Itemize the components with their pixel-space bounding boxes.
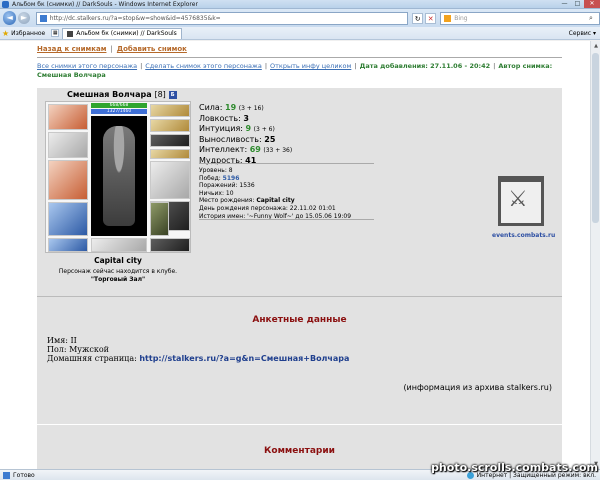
archive-note: (информация из архива stalkers.ru) xyxy=(403,383,552,392)
homepage-link[interactable]: http://stalkers.ru/?a=g&n=Смешная+Волчар… xyxy=(139,354,349,363)
character-panel: Смешная Волчара [8] Б 668/668 1327/1460 xyxy=(37,88,562,469)
stat-intellect: Интеллект: 69 (33 + 36) xyxy=(199,145,293,154)
refresh-icon[interactable]: ↻ xyxy=(412,12,424,24)
make-shot-link[interactable]: Сделать снимок этого персонажа xyxy=(145,62,262,70)
stats-block: Сила: 19 (3 + 16) Ловкость: 3 Интуиция: … xyxy=(199,103,292,166)
nav-separator: | xyxy=(110,45,113,53)
shot-info-line: Все снимки этого персонажа | Сделать снимо… xyxy=(37,62,553,79)
search-box[interactable]: Bing ⌕ xyxy=(440,11,600,25)
profile-data: Имя: II Пол: Мужской Домашняя страница: … xyxy=(47,336,349,363)
service-menu[interactable]: Сервис ▾ xyxy=(569,30,596,37)
mana-bar: 1327/1460 xyxy=(91,109,147,114)
amulet-slot[interactable] xyxy=(150,119,190,132)
page-content: Назад к снимкам | Добавить снимок Все сн… xyxy=(37,43,562,469)
all-shots-link[interactable]: Все снимки этого персонажа xyxy=(37,62,137,70)
detail-losses: Поражений: 1536 xyxy=(199,182,255,190)
character-doll: 668/668 1327/1460 xyxy=(45,101,191,253)
detail-birthday: День рождения персонажа: 22.11.02 01:01 xyxy=(199,204,336,212)
bracers-slot[interactable] xyxy=(48,132,88,158)
clan-badge-icon[interactable]: Б xyxy=(168,90,177,99)
divider xyxy=(37,424,562,425)
maximize-button[interactable]: □ xyxy=(571,0,584,8)
window-title: Альбом бк (снимки) // DarkSouls - Window… xyxy=(12,0,198,8)
back-to-shots-link[interactable]: Назад к снимкам xyxy=(37,45,106,53)
divider xyxy=(199,219,374,220)
forward-button[interactable]: ► xyxy=(18,12,30,24)
profile-name: Имя: II xyxy=(47,336,77,345)
weapon-slot[interactable] xyxy=(48,160,88,200)
tab-label: Альбом бк (снимки) // DarkSouls xyxy=(76,30,177,37)
ring-slot-1[interactable] xyxy=(150,134,190,147)
stat-intuition: Интуиция: 9 (3 + 6) xyxy=(199,124,275,133)
address-bar[interactable]: http://dc.stalkers.ru/?a=stop&w=show&id=… xyxy=(35,11,409,25)
character-figure xyxy=(91,116,147,236)
club-line: Персонаж сейчас находится в клубе. xyxy=(58,268,178,275)
profile-gender: Пол: Мужской xyxy=(47,345,109,354)
profile-heading: Анкетные данные xyxy=(252,315,347,325)
logo-slot xyxy=(91,238,147,252)
scroll-up-icon[interactable]: ▲ xyxy=(591,41,600,51)
earring-slot[interactable] xyxy=(150,104,190,117)
stat-strength: Сила: 19 (3 + 16) xyxy=(199,103,264,112)
vertical-scrollbar[interactable]: ▲ ▼ xyxy=(590,41,600,469)
detail-level: Уровень: 8 xyxy=(199,167,233,174)
open-info-link[interactable]: Открыть инфу целиком xyxy=(270,62,351,70)
date-added: Дата добавления: 27.11.06 - 20:42 xyxy=(359,62,491,70)
tab-favicon xyxy=(67,30,74,37)
character-city: Capital city xyxy=(94,256,142,265)
stop-icon[interactable]: ✕ xyxy=(425,12,437,24)
watermark: photo.scrolls.combats.com xyxy=(431,461,598,474)
helmet-slot[interactable] xyxy=(48,104,88,130)
divider xyxy=(199,163,374,164)
gloves-slot[interactable] xyxy=(150,161,190,199)
hp-bar: 668/668 xyxy=(91,103,147,108)
character-name: Смешная Волчара xyxy=(67,90,152,99)
character-location: Персонаж сейчас находится в клубе. "Торг… xyxy=(37,268,199,284)
status-icon xyxy=(3,471,10,479)
club-room: "Торговый Зал" xyxy=(90,276,146,283)
detail-wins: Побед: 5196 xyxy=(199,174,240,182)
favorites-button[interactable]: Избранное xyxy=(11,30,45,37)
close-button[interactable]: ✕ xyxy=(584,0,600,8)
detail-draws: Ничьих: 10 xyxy=(199,189,234,197)
character-level: [8] xyxy=(154,90,166,99)
top-nav: Назад к снимкам | Добавить снимок xyxy=(37,43,562,55)
address-url[interactable]: http://dc.stalkers.ru/?a=stop&w=show&id=… xyxy=(50,15,408,22)
events-emblem[interactable]: ⚔ events.combats.ru xyxy=(492,176,555,248)
comments-heading: Комментарии xyxy=(264,446,335,456)
bing-icon xyxy=(444,14,452,22)
tab-grid-icon[interactable]: ▦ xyxy=(51,29,60,37)
crossed-swords-icon: ⚔ xyxy=(508,187,528,212)
back-button[interactable]: ◄ xyxy=(3,11,17,25)
character-details: Уровень: 8 Побед: 5196 Поражений: 1536 Н… xyxy=(199,167,351,220)
search-engine-label[interactable]: Bing xyxy=(454,15,589,22)
page-viewport: Назад к снимкам | Добавить снимок Все сн… xyxy=(0,41,600,469)
search-icon[interactable]: ⌕ xyxy=(589,14,599,23)
add-shot-link[interactable]: Добавить снимок xyxy=(117,45,187,53)
pants-slot[interactable] xyxy=(150,202,169,236)
address-toolbar: ◄ ► http://dc.stalkers.ru/?a=stop&w=show… xyxy=(0,9,600,27)
belt-slot[interactable] xyxy=(48,238,88,252)
events-link[interactable]: events.combats.ru xyxy=(492,232,555,239)
scroll-thumb[interactable] xyxy=(592,53,599,223)
ring-slot-2[interactable] xyxy=(150,149,190,159)
armor-slot[interactable] xyxy=(48,202,88,236)
divider xyxy=(37,296,562,297)
tab-current[interactable]: Альбом бк (снимки) // DarkSouls xyxy=(62,27,182,39)
stat-endurance: Выносливость: 25 xyxy=(199,135,276,144)
profile-homepage: Домашняя страница: http://stalkers.ru/?a… xyxy=(47,354,350,363)
favorites-bar: ★ Избранное ▦ Альбом бк (снимки) // Dark… xyxy=(0,27,600,40)
detail-birthplace: Место рождения: Capital city xyxy=(199,197,295,205)
page-icon xyxy=(39,14,47,22)
ie-icon xyxy=(2,0,9,8)
favorites-star-icon[interactable]: ★ xyxy=(2,29,9,38)
divider xyxy=(37,57,562,58)
window-titlebar: Альбом бк (снимки) // DarkSouls - Window… xyxy=(0,0,600,9)
stat-agility: Ловкость: 3 xyxy=(199,114,249,123)
character-name-line: Смешная Волчара [8] Б xyxy=(67,90,177,99)
status-text: Готово xyxy=(13,471,35,479)
boots-slot[interactable] xyxy=(150,238,190,252)
minimize-button[interactable]: — xyxy=(558,0,571,8)
stat-wisdom: Мудрость: 41 xyxy=(199,156,257,165)
